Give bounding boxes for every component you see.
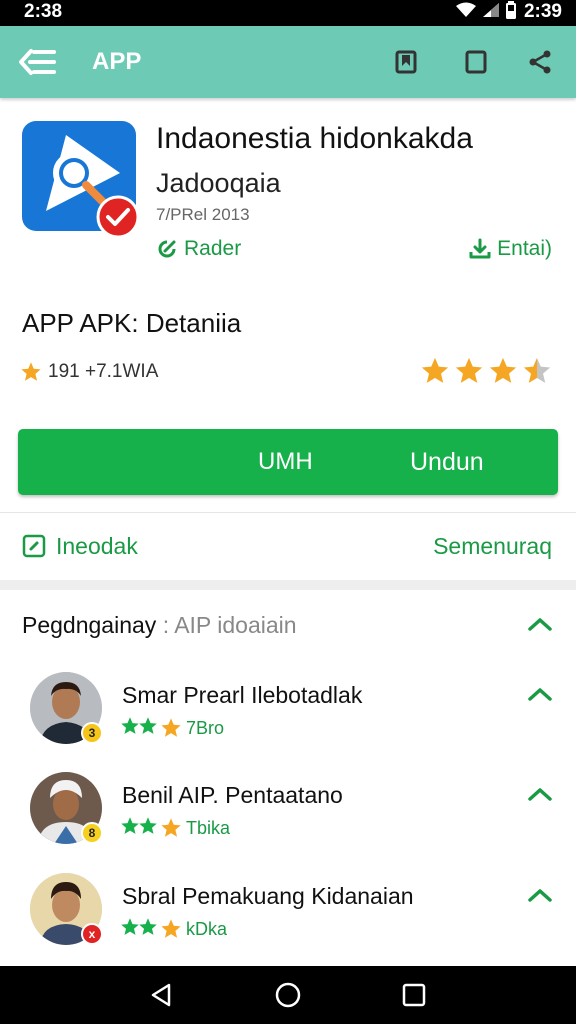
review-expand-button[interactable]: [526, 885, 554, 905]
avatar-badge: x: [81, 923, 103, 945]
app-bar-title: APP: [92, 48, 142, 75]
window-button[interactable]: [462, 48, 490, 76]
edit-icon: [158, 240, 176, 258]
green-star-icon: [121, 716, 139, 734]
star-icon: [161, 818, 181, 837]
status-clock: 2:39: [523, 1, 562, 22]
divider: [0, 512, 576, 513]
green-star-icon: [139, 716, 157, 734]
rating-summary: 191 +7.1WIA: [20, 358, 158, 386]
review-name: Smar Prearl Ilebotadlak: [122, 682, 363, 708]
triangle-back-icon: [151, 983, 171, 1007]
wifi-icon: [455, 2, 477, 23]
review-expand-button[interactable]: [526, 784, 554, 804]
review-rating: 7Bro: [120, 716, 224, 740]
review-item[interactable]: 3 Smar Prearl Ilebotadlak 7Bro: [0, 672, 576, 762]
app-name: Indaonestia hidonkakda: [156, 122, 473, 155]
avatar-badge: 3: [81, 722, 103, 744]
rating-text: 191 +7.1WIA: [48, 361, 159, 382]
app-meta: 7/PRel 2013: [156, 205, 250, 224]
reviews-title-main: Pegdngainay: [22, 612, 157, 638]
back-menu-button[interactable]: [18, 44, 58, 80]
green-star-icon: [121, 917, 139, 935]
green-star-icon: [139, 816, 157, 834]
nav-back-button[interactable]: [146, 980, 176, 1010]
entai-button[interactable]: Entai): [469, 234, 552, 264]
status-time: 2:38: [24, 1, 63, 22]
star-icon: [21, 362, 41, 381]
chevron-up-icon: [528, 618, 552, 631]
ineodak-label: Ineodak: [56, 532, 138, 559]
review-rating-text: Tbika: [186, 817, 231, 838]
rating-star-icon: [455, 357, 483, 383]
review-rating-text: 7Bro: [186, 717, 225, 738]
section-separator: [0, 580, 576, 590]
review-item[interactable]: 8 Benil AIP. Pentaatano Tbika: [0, 772, 576, 862]
signal-icon: [482, 2, 500, 23]
reviews-expand-button[interactable]: [526, 614, 554, 634]
share-button[interactable]: [526, 48, 554, 76]
chevron-up-icon: [528, 889, 552, 902]
semenuraq-label: Semenuraq: [433, 532, 552, 559]
avatar-badge: 8: [81, 822, 103, 844]
rating-star-icon: [489, 357, 517, 383]
reviews-title-sep: :: [162, 612, 170, 638]
ineodak-link[interactable]: Ineodak: [22, 530, 138, 562]
star-icon: [161, 919, 181, 938]
review-rating: Tbika: [120, 816, 230, 840]
status-bar: 2:38 2:39: [0, 0, 576, 26]
bookmark-icon: [395, 50, 417, 74]
share-icon: [529, 50, 551, 74]
back-menu-icon: [19, 49, 56, 75]
install-label-left: UMH: [258, 448, 313, 475]
green-star-icon: [139, 917, 157, 935]
install-label-right: Undun: [410, 448, 484, 476]
reviews-title: Pegdngainay : AIP idoaiain: [22, 612, 297, 639]
green-star-icon: [121, 816, 139, 834]
review-rating-text: kDka: [186, 918, 228, 939]
nav-home-button[interactable]: [273, 980, 303, 1010]
semenuraq-link[interactable]: Semenuraq: [433, 530, 552, 562]
review-name: Benil AIP. Pentaatano: [122, 782, 343, 808]
install-button[interactable]: UMH Undun: [18, 429, 558, 495]
battery-icon: [505, 0, 517, 24]
chevron-up-icon: [528, 788, 552, 801]
review-expand-button[interactable]: [526, 684, 554, 704]
verified-check-icon: [96, 195, 140, 239]
rating-stars: [420, 356, 552, 386]
chevron-up-icon: [528, 688, 552, 701]
system-nav-bar: [0, 966, 576, 1024]
app-icon: [22, 121, 140, 239]
status-icons: 2:39: [455, 0, 562, 24]
rating-star-icon: [421, 357, 449, 383]
download-icon: [469, 238, 491, 259]
review-green-stars: [120, 917, 157, 942]
nav-recents-button[interactable]: [399, 980, 429, 1010]
review-name: Sbral Pemakuang Kidanaian: [122, 883, 414, 909]
circle-home-icon: [275, 982, 301, 1008]
square-recents-icon: [402, 983, 426, 1007]
review-item[interactable]: x Sbral Pemakuang Kidanaian kDka: [0, 873, 576, 963]
review-green-stars: [120, 816, 157, 841]
app-developer: Jadooqaia: [156, 168, 281, 198]
reviews-title-sub: AIP idoaiain: [174, 612, 297, 638]
app-bar: APP: [0, 26, 576, 98]
star-icon: [161, 718, 181, 737]
square-icon: [465, 50, 487, 74]
detail-title: APP APK: Detaniia: [22, 308, 242, 338]
bookmark-button[interactable]: [392, 48, 420, 76]
review-rating: kDka: [120, 917, 227, 941]
entai-label: Entai): [497, 237, 552, 260]
rader-button[interactable]: Rader: [156, 234, 241, 264]
rader-label: Rader: [184, 237, 242, 260]
rating-star-icon: [523, 357, 551, 383]
edit-box-icon: [22, 534, 46, 558]
review-green-stars: [120, 716, 157, 741]
